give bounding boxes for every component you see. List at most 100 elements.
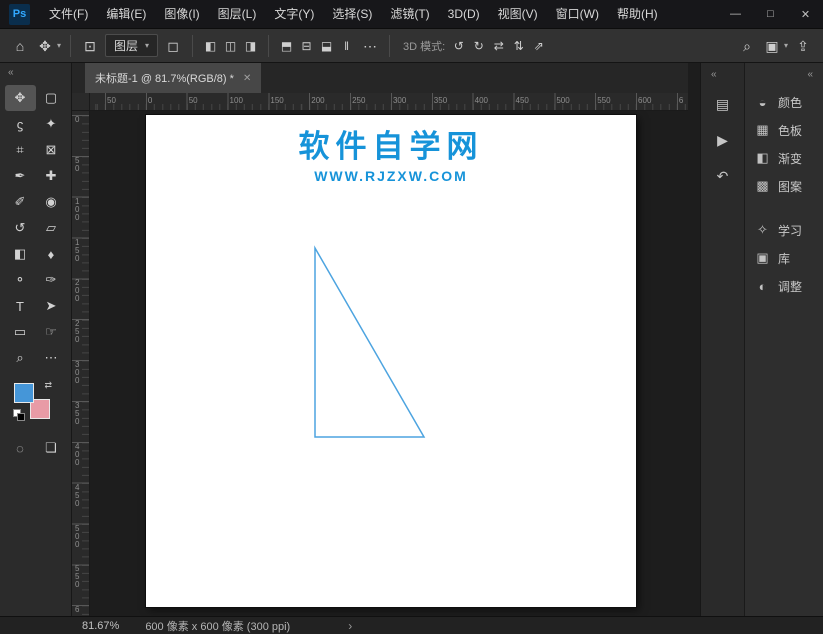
type-tool[interactable]: T <box>5 293 36 319</box>
menu-item-6[interactable]: 滤镜(T) <box>381 0 438 28</box>
align-right-icon[interactable]: ◨ <box>242 35 259 57</box>
rectangular-marquee-tool[interactable]: ▢ <box>36 85 67 111</box>
panel-dock-labeled: « ◒颜色 ▦ 色板 ◧渐变▩图案 ✧学习▣库◐调整 <box>744 63 823 616</box>
minimize-button[interactable]: — <box>718 0 753 28</box>
tool-preset-picker[interactable]: ✥ ▾ <box>35 35 61 57</box>
menu-item-8[interactable]: 视图(V) <box>489 0 547 28</box>
collapse-tools-icon[interactable]: « <box>0 63 71 83</box>
color-panel-icon: ◒ <box>755 95 770 110</box>
default-colors-icon[interactable] <box>13 409 23 419</box>
swatches-panel-label: 色板 <box>778 122 802 139</box>
gradient-tool[interactable]: ◧ <box>5 241 36 267</box>
align-middle-icon[interactable]: ⊟ <box>298 35 315 57</box>
menu-item-10[interactable]: 帮助(H) <box>608 0 667 28</box>
history-panel-icon[interactable]: ↶ <box>701 158 744 194</box>
eraser-tool[interactable]: ▱ <box>36 215 67 241</box>
ruler-v-label: 350 <box>75 402 83 426</box>
brush-tool[interactable]: ✐ <box>5 189 36 215</box>
ruler-h-label: 200 <box>311 96 324 105</box>
photoshop-window: Ps 文件(F)编辑(E)图像(I)图层(L)文字(Y)选择(S)滤镜(T)3D… <box>0 0 823 634</box>
actions-panel-icon[interactable]: ▶ <box>701 122 744 158</box>
patterns-panel[interactable]: ▩图案 <box>745 172 823 200</box>
ruler-vertical: 0501001502002503003504004505005506 <box>72 111 90 616</box>
home-icon[interactable]: ⌂ <box>10 35 30 57</box>
window-controls: —□✕ <box>718 0 823 28</box>
align-center-horizontal-icon[interactable]: ◫ <box>222 35 239 57</box>
libraries-panel[interactable]: ▣库 <box>745 244 823 272</box>
more-align-options-icon[interactable]: ⋯ <box>360 35 380 57</box>
maximize-button[interactable]: □ <box>753 0 788 28</box>
ruler-h-label: 600 <box>638 96 651 105</box>
show-transform-controls-toggle[interactable]: ◻ <box>163 35 183 57</box>
auto-select-target-dropdown[interactable]: 图层 ▾ <box>105 34 158 57</box>
properties-panel-icon[interactable]: ▤ <box>701 86 744 122</box>
lasso-tool[interactable]: ϛ <box>5 111 36 137</box>
3d-scale-icon[interactable]: ⇗ <box>530 35 547 57</box>
3d-pan-icon[interactable]: ⇄ <box>490 35 507 57</box>
menu-item-5[interactable]: 选择(S) <box>323 0 381 28</box>
patterns-panel-icon: ▩ <box>755 178 770 194</box>
ruler-origin[interactable] <box>72 93 90 111</box>
menu-item-1[interactable]: 编辑(E) <box>97 0 155 28</box>
ruler-v-label: 100 <box>75 198 83 222</box>
gradients-panel[interactable]: ◧渐变 <box>745 144 823 172</box>
workspace-switcher[interactable]: ▣ ▾ <box>762 35 788 57</box>
dodge-tool[interactable]: ⚬ <box>5 267 36 293</box>
document-size-info[interactable]: 600 像素 x 600 像素 (300 ppi) <box>145 618 290 634</box>
align-left-icon[interactable]: ◧ <box>202 35 219 57</box>
status-options-chevron[interactable]: › <box>348 619 352 633</box>
close-button[interactable]: ✕ <box>788 0 823 28</box>
path-selection-tool[interactable]: ➤ <box>36 293 67 319</box>
frame-tool[interactable]: ⊠ <box>36 137 67 163</box>
ruler-v-label: 500 <box>75 525 83 549</box>
menu-item-4[interactable]: 文字(Y) <box>265 0 323 28</box>
expand-panels-icon[interactable]: « <box>701 63 744 86</box>
blur-tool[interactable]: ♦ <box>36 241 67 267</box>
rectangle-tool[interactable]: ▭ <box>5 319 36 345</box>
hand-tool[interactable]: ☞ <box>36 319 67 345</box>
collapse-panels-icon[interactable]: « <box>745 63 823 88</box>
spot-healing-brush-tool[interactable]: ✚ <box>36 163 67 189</box>
close-tab-icon[interactable]: ✕ <box>243 73 251 84</box>
zoom-level-field[interactable]: 81.67% <box>82 620 119 632</box>
ruler-h-label: 100 <box>230 96 243 105</box>
menu-item-9[interactable]: 窗口(W) <box>547 0 608 28</box>
align-bottom-icon[interactable]: ⬓ <box>318 35 335 57</box>
share-icon[interactable]: ⇪ <box>793 35 813 57</box>
auto-select-toggle-icon[interactable]: ⊡ <box>80 35 100 57</box>
pen-tool[interactable]: ✑ <box>36 267 67 293</box>
quick-mask-button[interactable]: ◌ <box>5 435 36 461</box>
3d-orbit-icon[interactable]: ↺ <box>450 35 467 57</box>
align-group-2: ⬒⊟⬓‖ <box>278 35 355 57</box>
distribute-icon[interactable]: ‖ <box>338 35 355 57</box>
screen-mode-button[interactable]: ❏ <box>36 435 67 461</box>
3d-roll-icon[interactable]: ↻ <box>470 35 487 57</box>
search-icon[interactable]: ⌕ <box>737 35 757 57</box>
canvas[interactable]: 软件自学网 WWW.RJZXW.COM <box>146 115 636 607</box>
color-panel[interactable]: ◒颜色 <box>745 88 823 116</box>
menu-item-7[interactable]: 3D(D) <box>439 0 489 28</box>
eyedropper-tool[interactable]: ✒ <box>5 163 36 189</box>
move-tool[interactable]: ✥ <box>5 85 36 111</box>
swatches-panel[interactable]: ▦ 色板 <box>745 116 823 144</box>
status-bar: 81.67% 600 像素 x 600 像素 (300 ppi) › <box>0 616 823 634</box>
menu-item-2[interactable]: 图像(I) <box>155 0 208 28</box>
clone-stamp-tool[interactable]: ◉ <box>36 189 67 215</box>
edit-toolbar-button[interactable]: ⋯ <box>36 345 67 371</box>
swatches-panel-icon: ▦ <box>755 122 770 138</box>
menu-item-3[interactable]: 图层(L) <box>209 0 266 28</box>
history-brush-tool[interactable]: ↺ <box>5 215 36 241</box>
document-tab[interactable]: 未标题-1 @ 81.7%(RGB/8) * ✕ <box>85 63 261 93</box>
ruler-v-label: 300 <box>75 361 83 385</box>
foreground-swatch[interactable] <box>14 383 34 403</box>
quick-selection-tool[interactable]: ✦ <box>36 111 67 137</box>
learn-panel[interactable]: ✧学习 <box>745 216 823 244</box>
adjustments-panel[interactable]: ◐调整 <box>745 272 823 300</box>
menu-item-0[interactable]: 文件(F) <box>40 0 97 28</box>
swap-colors-icon[interactable]: ⇄ <box>44 380 52 391</box>
document-tab-title: 未标题-1 @ 81.7%(RGB/8) * <box>95 70 234 86</box>
zoom-tool[interactable]: ⌕ <box>5 345 36 371</box>
align-top-icon[interactable]: ⬒ <box>278 35 295 57</box>
3d-slide-icon[interactable]: ⇅ <box>510 35 527 57</box>
crop-tool[interactable]: ⌗ <box>5 137 36 163</box>
